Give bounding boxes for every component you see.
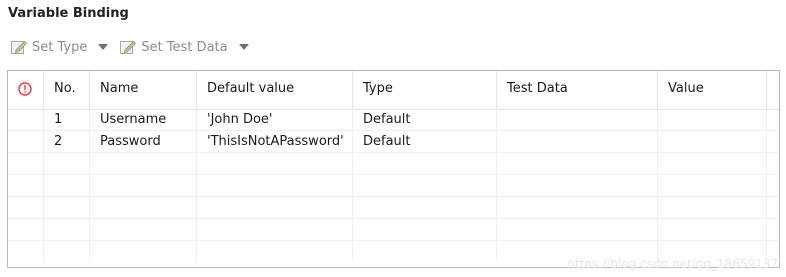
cell-test-data[interactable] xyxy=(497,131,658,152)
empty-cell xyxy=(197,153,353,174)
status-cell xyxy=(8,109,44,130)
empty-cell xyxy=(44,219,90,240)
cell-no: 1 xyxy=(44,109,90,130)
empty-cell xyxy=(197,197,353,218)
edit-icon xyxy=(119,38,137,56)
empty-cell xyxy=(658,219,767,240)
toolbar: Set Type Set Test Data xyxy=(10,36,260,58)
column-header-status[interactable] xyxy=(8,71,44,109)
column-header-name[interactable]: Name xyxy=(90,71,197,109)
table-row[interactable]: 1 Username 'John Doe' Default xyxy=(8,109,779,131)
column-header-value[interactable]: Value xyxy=(658,71,767,109)
empty-row xyxy=(8,219,779,241)
empty-cell xyxy=(90,241,197,262)
panel-title: Variable Binding xyxy=(8,6,129,21)
cell-type[interactable]: Default xyxy=(353,131,497,152)
empty-cell xyxy=(44,197,90,218)
column-header-default-value[interactable]: Default value xyxy=(197,71,353,109)
chevron-down-icon[interactable] xyxy=(95,38,111,56)
chevron-down-icon[interactable] xyxy=(236,38,252,56)
empty-cell xyxy=(353,241,497,262)
empty-cell xyxy=(353,197,497,218)
warning-icon xyxy=(18,82,32,96)
empty-cell xyxy=(658,153,767,174)
cell-value xyxy=(658,131,767,152)
empty-cell xyxy=(8,197,44,218)
set-type-button[interactable]: Set Type xyxy=(10,38,87,56)
empty-cell xyxy=(497,175,658,196)
empty-cell xyxy=(353,219,497,240)
empty-cell xyxy=(497,197,658,218)
empty-cell xyxy=(197,241,353,262)
empty-row xyxy=(8,175,779,197)
empty-cell xyxy=(90,175,197,196)
status-cell xyxy=(8,131,44,152)
empty-cell xyxy=(44,241,90,262)
empty-cell xyxy=(44,175,90,196)
empty-cell xyxy=(8,241,44,262)
variable-table: No. Name Default value Type Test Data Va… xyxy=(7,70,780,268)
empty-cell xyxy=(353,153,497,174)
cell-default-value[interactable]: 'John Doe' xyxy=(197,109,353,130)
column-header-no[interactable]: No. xyxy=(44,71,90,109)
empty-cell xyxy=(90,219,197,240)
empty-cell xyxy=(658,197,767,218)
table-header: No. Name Default value Type Test Data Va… xyxy=(8,71,779,110)
empty-cell xyxy=(8,153,44,174)
empty-cell xyxy=(90,153,197,174)
watermark-text: https://blog.csdn.net/qq_18659137 xyxy=(567,257,778,271)
empty-cell xyxy=(90,197,197,218)
cell-default-value[interactable]: 'ThisIsNotAPassword' xyxy=(197,131,353,152)
cell-value xyxy=(658,109,767,130)
empty-row xyxy=(8,197,779,219)
set-test-data-button[interactable]: Set Test Data xyxy=(119,38,228,56)
cell-name: Username xyxy=(90,109,197,130)
empty-cell xyxy=(497,153,658,174)
empty-cell xyxy=(197,175,353,196)
empty-cell xyxy=(44,153,90,174)
set-test-data-label: Set Test Data xyxy=(141,39,228,55)
table-row[interactable]: 2 Password 'ThisIsNotAPassword' Default xyxy=(8,131,779,153)
empty-cell xyxy=(8,175,44,196)
set-type-label: Set Type xyxy=(32,39,88,55)
empty-cell xyxy=(197,219,353,240)
empty-cell xyxy=(497,219,658,240)
empty-cell xyxy=(658,175,767,196)
cell-no: 2 xyxy=(44,131,90,152)
empty-row xyxy=(8,153,779,175)
cell-type[interactable]: Default xyxy=(353,109,497,130)
empty-cell xyxy=(8,219,44,240)
empty-cell xyxy=(353,175,497,196)
cell-name: Password xyxy=(90,131,197,152)
edit-icon xyxy=(10,38,28,56)
column-header-test-data[interactable]: Test Data xyxy=(497,71,658,109)
column-header-type[interactable]: Type xyxy=(353,71,497,109)
cell-test-data[interactable] xyxy=(497,109,658,130)
